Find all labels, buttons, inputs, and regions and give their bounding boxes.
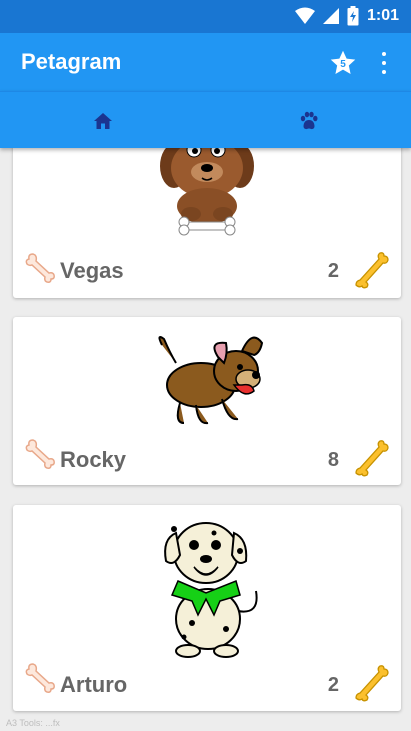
signal-icon (322, 8, 339, 24)
status-bar: 1:01 (0, 0, 411, 33)
brown-puppy-illustration (160, 148, 254, 236)
favorites-button[interactable]: 5 (329, 49, 357, 77)
pet-photo (148, 511, 266, 661)
tab-paw[interactable] (206, 92, 411, 149)
like-bone-button[interactable] (353, 251, 391, 289)
battery-icon (347, 6, 359, 26)
like-bone-button[interactable] (353, 664, 391, 702)
dalmatian-puppy-illustration (164, 522, 258, 658)
brown-puppy-illustration (158, 336, 264, 425)
dot (382, 61, 386, 65)
home-icon (93, 112, 112, 129)
bone-outline-icon (25, 663, 55, 693)
pet-photo (144, 148, 270, 240)
pet-name: Rocky (60, 447, 127, 472)
pet-list[interactable]: Vegas 2 Rocky 8 Arturo 2 (0, 148, 411, 731)
dot (382, 52, 386, 56)
overflow-menu-button[interactable] (372, 50, 396, 76)
pet-card[interactable]: Rocky 8 (13, 317, 401, 485)
like-count: 8 (327, 449, 339, 471)
tab-bar (0, 91, 411, 148)
like-count: 2 (327, 260, 339, 282)
like-bone-button[interactable] (353, 439, 391, 477)
status-time: 1:01 (366, 7, 399, 24)
tab-home[interactable] (0, 92, 205, 149)
app-title: Petagram (21, 49, 122, 74)
paw-icon (300, 111, 317, 129)
app-bar: Petagram 5 (0, 33, 411, 91)
pet-name: Vegas (60, 258, 124, 283)
bone-outline-icon (25, 253, 55, 283)
pet-card[interactable]: Arturo 2 (13, 505, 401, 711)
bone-outline-icon (25, 439, 55, 469)
pet-photo (136, 323, 278, 435)
wifi-icon (294, 7, 315, 24)
favorites-count: 5 (340, 59, 346, 70)
dot (382, 70, 386, 74)
pet-name: Arturo (60, 672, 128, 697)
watermark-text: A3 Tools: ...fx (6, 718, 60, 728)
like-count: 2 (327, 674, 339, 696)
pet-card[interactable]: Vegas 2 (13, 148, 401, 298)
